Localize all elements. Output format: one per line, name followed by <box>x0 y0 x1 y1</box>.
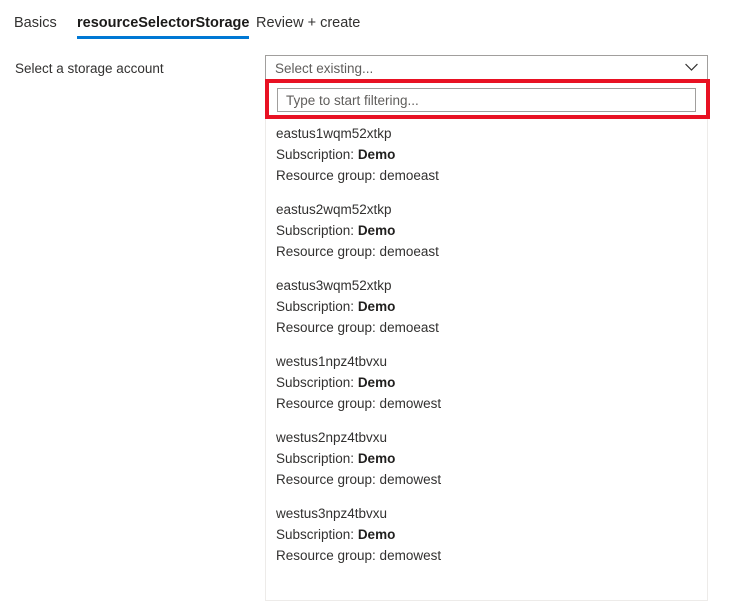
option-name: westus1npz4tbvxu <box>276 354 388 369</box>
option-subscription-value: Demo <box>357 375 396 390</box>
option-resource-group: Resource group: demoeast <box>276 168 439 183</box>
storage-account-dropdown-panel: eastus1wqm52xtkp Subscription: Demo Reso… <box>265 81 708 601</box>
tab-selected-underline <box>77 36 250 39</box>
tab-basics[interactable]: Basics <box>14 14 57 32</box>
option-resource-group: Resource group: demoeast <box>276 320 439 335</box>
option-name: westus2npz4tbvxu <box>276 430 388 445</box>
option-subscription: Subscription: Demo <box>266 296 707 317</box>
option-subscription-label: Subscription: <box>276 375 355 390</box>
list-item[interactable]: westus3npz4tbvxu Subscription: Demo Reso… <box>266 499 707 575</box>
list-item[interactable]: westus1npz4tbvxu Subscription: Demo Reso… <box>266 347 707 423</box>
option-subscription-label: Subscription: <box>276 299 355 314</box>
dropdown-filter-input[interactable] <box>277 88 696 112</box>
option-name: eastus3wqm52xtkp <box>276 278 392 293</box>
option-resource-group: Resource group: demowest <box>276 548 442 563</box>
tab-basics-label: Basics <box>14 15 57 31</box>
tab-review-create-label: Review + create <box>256 15 361 31</box>
option-resource-group: Resource group: demowest <box>276 396 442 411</box>
option-subscription-label: Subscription: <box>276 223 355 238</box>
option-subscription-label: Subscription: <box>276 451 355 466</box>
dropdown-filter-row <box>266 81 707 119</box>
tab-review-create[interactable]: Review + create <box>256 14 360 32</box>
option-subscription: Subscription: Demo <box>266 220 707 241</box>
option-subscription-label: Subscription: <box>276 527 355 542</box>
option-subscription: Subscription: Demo <box>266 448 707 469</box>
option-subscription: Subscription: Demo <box>266 144 707 165</box>
list-item[interactable]: eastus2wqm52xtkp Subscription: Demo Reso… <box>266 195 707 271</box>
option-name: westus3npz4tbvxu <box>276 506 388 521</box>
wizard-tab-bar: Basics resourceSelectorStorage Review + … <box>0 0 735 46</box>
storage-account-select-value: Select existing... <box>275 61 374 76</box>
list-item[interactable]: eastus1wqm52xtkp Subscription: Demo Reso… <box>266 119 707 195</box>
option-resource-group: Resource group: demowest <box>276 472 442 487</box>
option-subscription: Subscription: Demo <box>266 524 707 545</box>
option-resource-group: Resource group: demoeast <box>276 244 439 259</box>
list-item[interactable]: eastus3wqm52xtkp Subscription: Demo Reso… <box>266 271 707 347</box>
storage-account-field-label: Select a storage account <box>15 61 164 76</box>
option-subscription-value: Demo <box>357 451 396 466</box>
storage-account-select[interactable]: Select existing... <box>265 55 708 81</box>
option-subscription-value: Demo <box>357 527 396 542</box>
tab-resourceselectorstorage-label: resourceSelectorStorage <box>77 15 250 31</box>
chevron-down-icon[interactable] <box>685 63 698 72</box>
option-subscription-value: Demo <box>357 299 396 314</box>
option-subscription-value: Demo <box>357 223 396 238</box>
option-subscription: Subscription: Demo <box>266 372 707 393</box>
option-subscription-label: Subscription: <box>276 147 355 162</box>
tab-resourceselectorstorage[interactable]: resourceSelectorStorage <box>77 14 250 39</box>
option-name: eastus2wqm52xtkp <box>276 202 392 217</box>
list-item[interactable]: westus2npz4tbvxu Subscription: Demo Reso… <box>266 423 707 499</box>
storage-account-option-list: eastus1wqm52xtkp Subscription: Demo Reso… <box>266 119 707 575</box>
option-name: eastus1wqm52xtkp <box>276 126 392 141</box>
option-subscription-value: Demo <box>357 147 396 162</box>
